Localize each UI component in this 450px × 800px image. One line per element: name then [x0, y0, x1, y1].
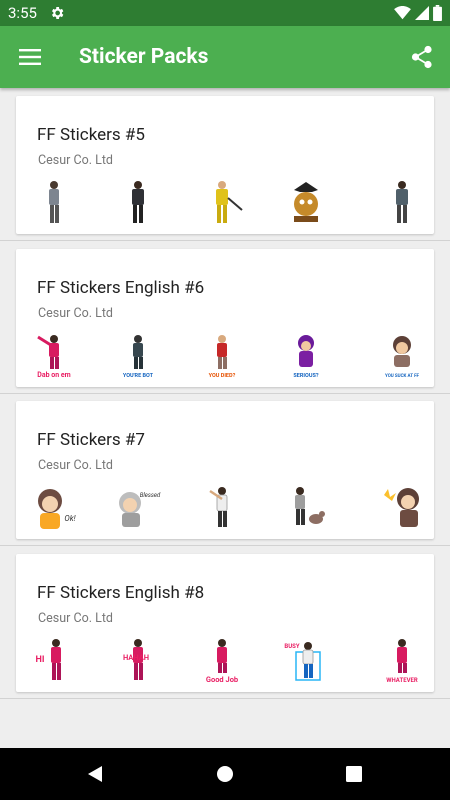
sticker-thumbnail	[49, 181, 59, 223]
hamburger-menu-icon	[19, 49, 41, 65]
sticker-preview-row	[16, 180, 434, 228]
sticker-thumbnail	[209, 487, 228, 527]
divider	[0, 545, 450, 546]
sticker-caption: Dab on em	[37, 371, 70, 379]
sticker-thumbnail	[396, 181, 408, 223]
divider	[0, 698, 450, 699]
sticker-caption: HI	[36, 655, 45, 665]
sticker-thumbnail	[384, 488, 419, 527]
sticker-thumbnail: Dab on em	[37, 335, 71, 379]
sticker-thumbnail	[295, 487, 325, 525]
sticker-caption: SERIOUS?	[293, 373, 318, 379]
status-bar: 3:55	[0, 0, 450, 26]
sticker-caption: HAHAH	[123, 653, 149, 662]
system-navigation-bar	[0, 748, 450, 800]
sticker-thumbnail: Good Job	[206, 639, 238, 684]
sticker-thumbnail: BUSY	[284, 642, 321, 681]
battery-icon	[433, 5, 442, 21]
sticker-thumbnail: SERIOUS?	[293, 335, 319, 379]
menu-button[interactable]	[0, 26, 60, 88]
sticker-caption: YOU SUCK AT FF	[385, 373, 420, 379]
home-icon	[217, 766, 233, 782]
share-icon	[411, 45, 432, 69]
sticker-thumbnail	[132, 181, 144, 223]
sticker-pack-card[interactable]: FF Stickers #7 Cesur Co. Ltd Ok! Blessed	[16, 401, 434, 539]
recents-button[interactable]	[324, 748, 384, 800]
recents-icon	[346, 766, 362, 782]
gear-icon	[51, 7, 64, 19]
sticker-thumbnail: HI	[36, 639, 61, 680]
sticker-caption: WHATEVER	[386, 677, 418, 684]
sticker-caption: BUSY	[284, 643, 299, 650]
back-button[interactable]	[65, 748, 125, 800]
sticker-thumbnail: Ok!	[38, 489, 76, 529]
sticker-caption: Good Job	[206, 675, 238, 684]
home-button[interactable]	[195, 748, 255, 800]
divider	[0, 393, 450, 394]
pack-publisher: Cesur Co. Ltd	[38, 306, 113, 321]
sticker-preview-row: Dab on em YOU'RE BOT YOU DIED? SERIOUS? …	[16, 333, 434, 381]
wifi-icon	[394, 6, 411, 20]
sticker-preview-row: HI HAHAH Good Job BUSY WHATEVER	[16, 638, 434, 686]
share-button[interactable]	[394, 26, 450, 88]
sticker-thumbnail: YOU'RE BOT	[123, 335, 154, 379]
sticker-caption: Ok!	[64, 514, 75, 523]
sticker-thumbnail: HAHAH	[123, 639, 149, 680]
sticker-caption: YOU DIED?	[209, 373, 236, 379]
pack-publisher: Cesur Co. Ltd	[38, 153, 113, 168]
pack-name: FF Stickers #5	[37, 125, 145, 145]
pack-publisher: Cesur Co. Ltd	[38, 458, 113, 473]
pack-name: FF Stickers English #6	[37, 278, 205, 298]
cell-signal-icon	[415, 6, 429, 20]
pack-name: FF Stickers English #8	[37, 583, 205, 603]
back-icon	[88, 766, 102, 782]
sticker-caption: Blessed	[140, 492, 161, 499]
sticker-thumbnail	[294, 182, 318, 222]
sticker-caption: YOU'RE BOT	[123, 373, 154, 379]
sticker-thumbnail: YOU DIED?	[209, 335, 236, 379]
pack-publisher: Cesur Co. Ltd	[38, 611, 113, 626]
sticker-thumbnail: YOU SUCK AT FF	[385, 336, 420, 379]
divider	[0, 240, 450, 241]
sticker-pack-card[interactable]: FF Stickers English #8 Cesur Co. Ltd HI …	[16, 554, 434, 692]
sticker-pack-card[interactable]: FF Stickers #5 Cesur Co. Ltd	[16, 96, 434, 234]
pack-name: FF Stickers #7	[37, 430, 145, 450]
sticker-thumbnail: Blessed	[119, 492, 161, 527]
sticker-preview-row: Ok! Blessed	[16, 485, 434, 533]
status-time: 3:55	[8, 4, 37, 22]
app-bar: Sticker Packs	[0, 26, 450, 88]
sticker-thumbnail: WHATEVER	[386, 639, 418, 684]
sticker-thumbnail	[216, 181, 243, 223]
sticker-pack-card[interactable]: FF Stickers English #6 Cesur Co. Ltd Dab…	[16, 249, 434, 387]
app-title: Sticker Packs	[79, 45, 209, 69]
